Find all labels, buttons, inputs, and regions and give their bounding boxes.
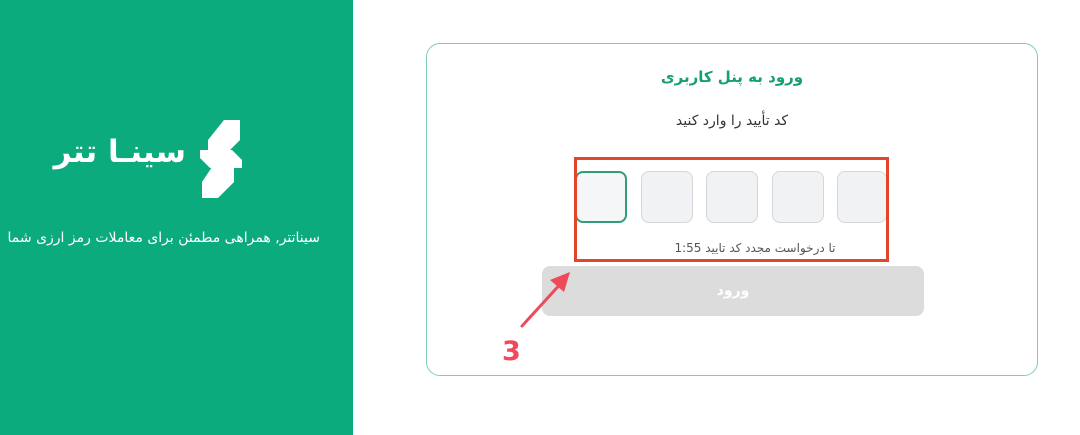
pointer-arrow-icon [520, 272, 570, 328]
brand-name: سینـا تتر [53, 134, 187, 170]
brand-panel: سینـا تتر سیناتتر, همراهی مطمئن برای معا… [0, 0, 353, 435]
brand-logo: سینـا تتر [53, 120, 256, 202]
login-button[interactable]: ورود [542, 266, 924, 316]
card-title: ورود به پنل کاربری [660, 68, 804, 86]
card-subtitle: کد تأیید را وارد کنید [675, 113, 789, 129]
step-number: 3 [502, 336, 521, 367]
brand-tagline: سیناتتر, همراهی مطمئن برای معاملات رمز ا… [7, 230, 320, 246]
brand-logo-icon [200, 120, 242, 198]
highlight-box [574, 157, 889, 262]
